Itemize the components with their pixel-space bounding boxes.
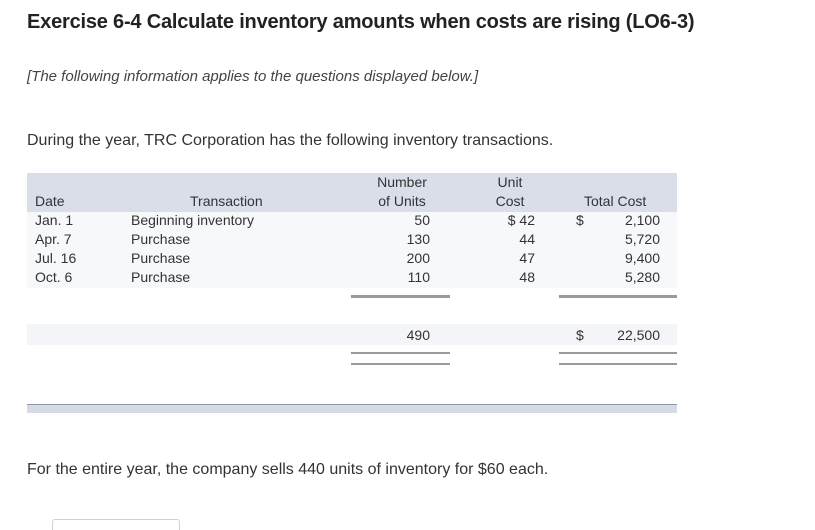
sales-info-text: For the entire year, the company sells 4… xyxy=(27,461,549,478)
total-units: 490 xyxy=(406,327,430,343)
header-total-cost: Total Cost xyxy=(584,193,647,209)
header-units-line2: of Units xyxy=(378,193,426,209)
row-date: Jul. 16 xyxy=(35,250,77,266)
header-transaction: Transaction xyxy=(190,193,263,209)
units-double-rule-top xyxy=(351,352,450,354)
total-subtotal-rule xyxy=(559,295,677,298)
row-transaction: Purchase xyxy=(131,269,191,285)
header-cost-line1: Unit xyxy=(497,174,523,190)
header-units-line1: Number xyxy=(377,174,427,190)
row-total: 9,400 xyxy=(624,250,660,266)
row-date: Oct. 6 xyxy=(35,269,73,285)
row-total-prefix: $ xyxy=(576,212,584,228)
units-double-rule-bottom xyxy=(351,363,450,365)
row-total: 5,720 xyxy=(624,231,660,247)
row-transaction: Beginning inventory xyxy=(131,212,254,228)
row-date: Jan. 1 xyxy=(35,212,74,228)
total-double-rule-top xyxy=(559,352,677,354)
row-unit-cost: 47 xyxy=(519,250,535,266)
row-unit-cost: 48 xyxy=(519,269,535,285)
row-transaction: Purchase xyxy=(131,250,191,266)
row-units: 50 xyxy=(414,212,430,228)
grand-total-prefix: $ xyxy=(576,327,584,343)
intro-text: During the year, TRC Corporation has the… xyxy=(27,132,554,149)
info-note: [The following information applies to th… xyxy=(27,68,479,85)
row-transaction: Purchase xyxy=(131,231,191,247)
units-subtotal-rule xyxy=(351,295,450,298)
grand-total: 22,500 xyxy=(617,327,660,343)
row-units: 200 xyxy=(406,250,430,266)
exercise-title: Exercise 6-4 Calculate inventory amounts… xyxy=(27,11,695,33)
row-units: 130 xyxy=(406,231,430,247)
row-unit-cost: 44 xyxy=(519,231,535,247)
row-date: Apr. 7 xyxy=(35,231,72,247)
header-date: Date xyxy=(35,193,65,209)
row-unit-cost: $ 42 xyxy=(507,212,535,228)
row-total: 5,280 xyxy=(624,269,660,285)
table-header-background xyxy=(27,173,677,212)
total-double-rule-bottom xyxy=(559,363,677,365)
header-cost-line2: Cost xyxy=(495,193,525,209)
table-bottom-bar xyxy=(27,404,677,413)
row-total: 2,100 xyxy=(624,212,660,228)
row-units: 110 xyxy=(407,269,430,285)
